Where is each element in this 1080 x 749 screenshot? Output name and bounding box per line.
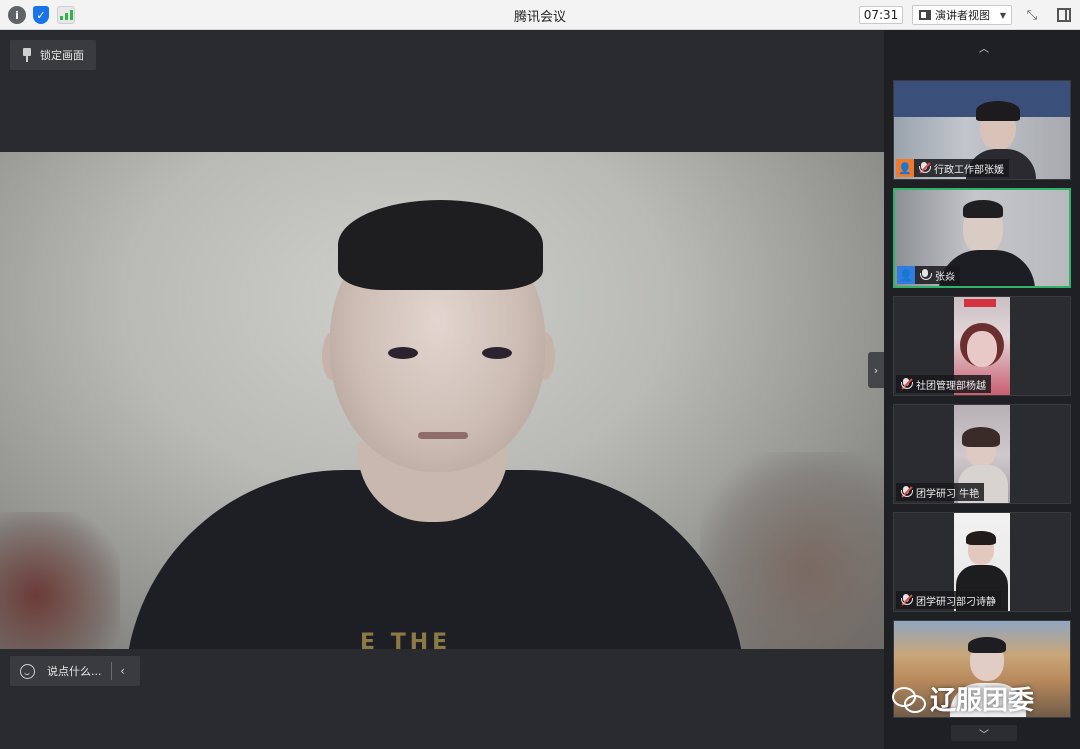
participant-name: 行政工作部张媛 [934, 164, 1004, 176]
chat-placeholder[interactable]: 说点什么... [47, 663, 102, 679]
participant-tile[interactable]: 团学研习 牛艳 [893, 404, 1071, 504]
lock-view-label: 锁定画面 [40, 49, 84, 62]
user-avatar-icon: 👤 [897, 266, 915, 284]
tile-hair [963, 200, 1003, 218]
participant-name: 团学研习部刁诗静 [916, 596, 996, 608]
view-mode-dropdown[interactable]: 演讲者视图 ▼ [912, 5, 1012, 25]
scroll-down-button[interactable]: ﹀ [951, 725, 1017, 741]
watermark-text: 辽服团委 [930, 686, 1035, 716]
chat-input-bar[interactable]: 说点什么... ‹ [10, 656, 140, 686]
speaker-view-icon [919, 10, 931, 20]
user-avatar-icon: 👤 [896, 159, 914, 177]
participant-name-tag: 👤 张焱 [897, 266, 960, 284]
participant-tile[interactable]: 团学研习部刁诗静 [893, 512, 1071, 612]
emoji-icon[interactable] [20, 663, 35, 679]
tile-face [967, 331, 997, 367]
shirt-print: E THE [360, 630, 452, 649]
participant-tile[interactable]: 社团管理部杨越 [893, 296, 1071, 396]
participant-name-tag: 团学研习 牛艳 [896, 483, 985, 501]
participant-name-tag: 社团管理部杨越 [896, 375, 991, 393]
speaker-mouth [418, 432, 468, 439]
speaker-eye [482, 347, 512, 359]
meeting-timer: 07:31 [859, 6, 903, 24]
tile-hair [968, 637, 1006, 653]
view-mode-label: 演讲者视图 [935, 9, 990, 22]
watermark: 辽服团委 [892, 680, 1034, 717]
tile-hair [966, 531, 996, 545]
mic-icon [918, 268, 932, 282]
participant-name-tag: 团学研习部刁诗静 [896, 591, 1001, 609]
speaker-video[interactable]: E THE [0, 152, 884, 649]
exit-fullscreen-icon[interactable]: ⤡ [1023, 6, 1041, 24]
pin-icon [22, 48, 32, 62]
chevron-down-icon: ▼ [999, 10, 1006, 20]
tile-hair [976, 101, 1020, 121]
mic-muted-icon [917, 161, 931, 175]
scroll-up-button[interactable]: ︿ [951, 39, 1017, 55]
lock-view-button[interactable]: 锁定画面 [10, 40, 96, 70]
participant-tile[interactable]: 👤 行政工作部张媛 [893, 80, 1071, 180]
wechat-icon [892, 685, 926, 713]
title-bar: i ✓ 腾讯会议 07:31 演讲者视图 ▼ ⤡ [0, 0, 1080, 30]
mic-muted-icon [899, 485, 913, 499]
speaker-hair [338, 200, 543, 290]
tile-hair [962, 427, 1000, 447]
sidebar-toggle-icon[interactable] [1055, 6, 1073, 24]
participant-name-tag: 👤 行政工作部张媛 [896, 159, 1009, 177]
mic-muted-icon [899, 377, 913, 391]
participant-name: 社团管理部杨越 [916, 380, 986, 392]
participant-name: 张焱 [935, 271, 955, 283]
chevron-left-icon[interactable]: ‹ [112, 664, 134, 678]
speaker-eye [388, 347, 418, 359]
mic-muted-icon [899, 593, 913, 607]
collapse-sidebar-button[interactable]: › [868, 352, 884, 388]
main-stage: 锁定画面 E THE 说点什么... ‹ [0, 30, 884, 749]
participant-tile[interactable]: 👤 张焱 [893, 188, 1071, 288]
tile-video [964, 299, 996, 307]
background-blur [0, 512, 120, 649]
participant-name: 团学研习 牛艳 [916, 488, 980, 500]
